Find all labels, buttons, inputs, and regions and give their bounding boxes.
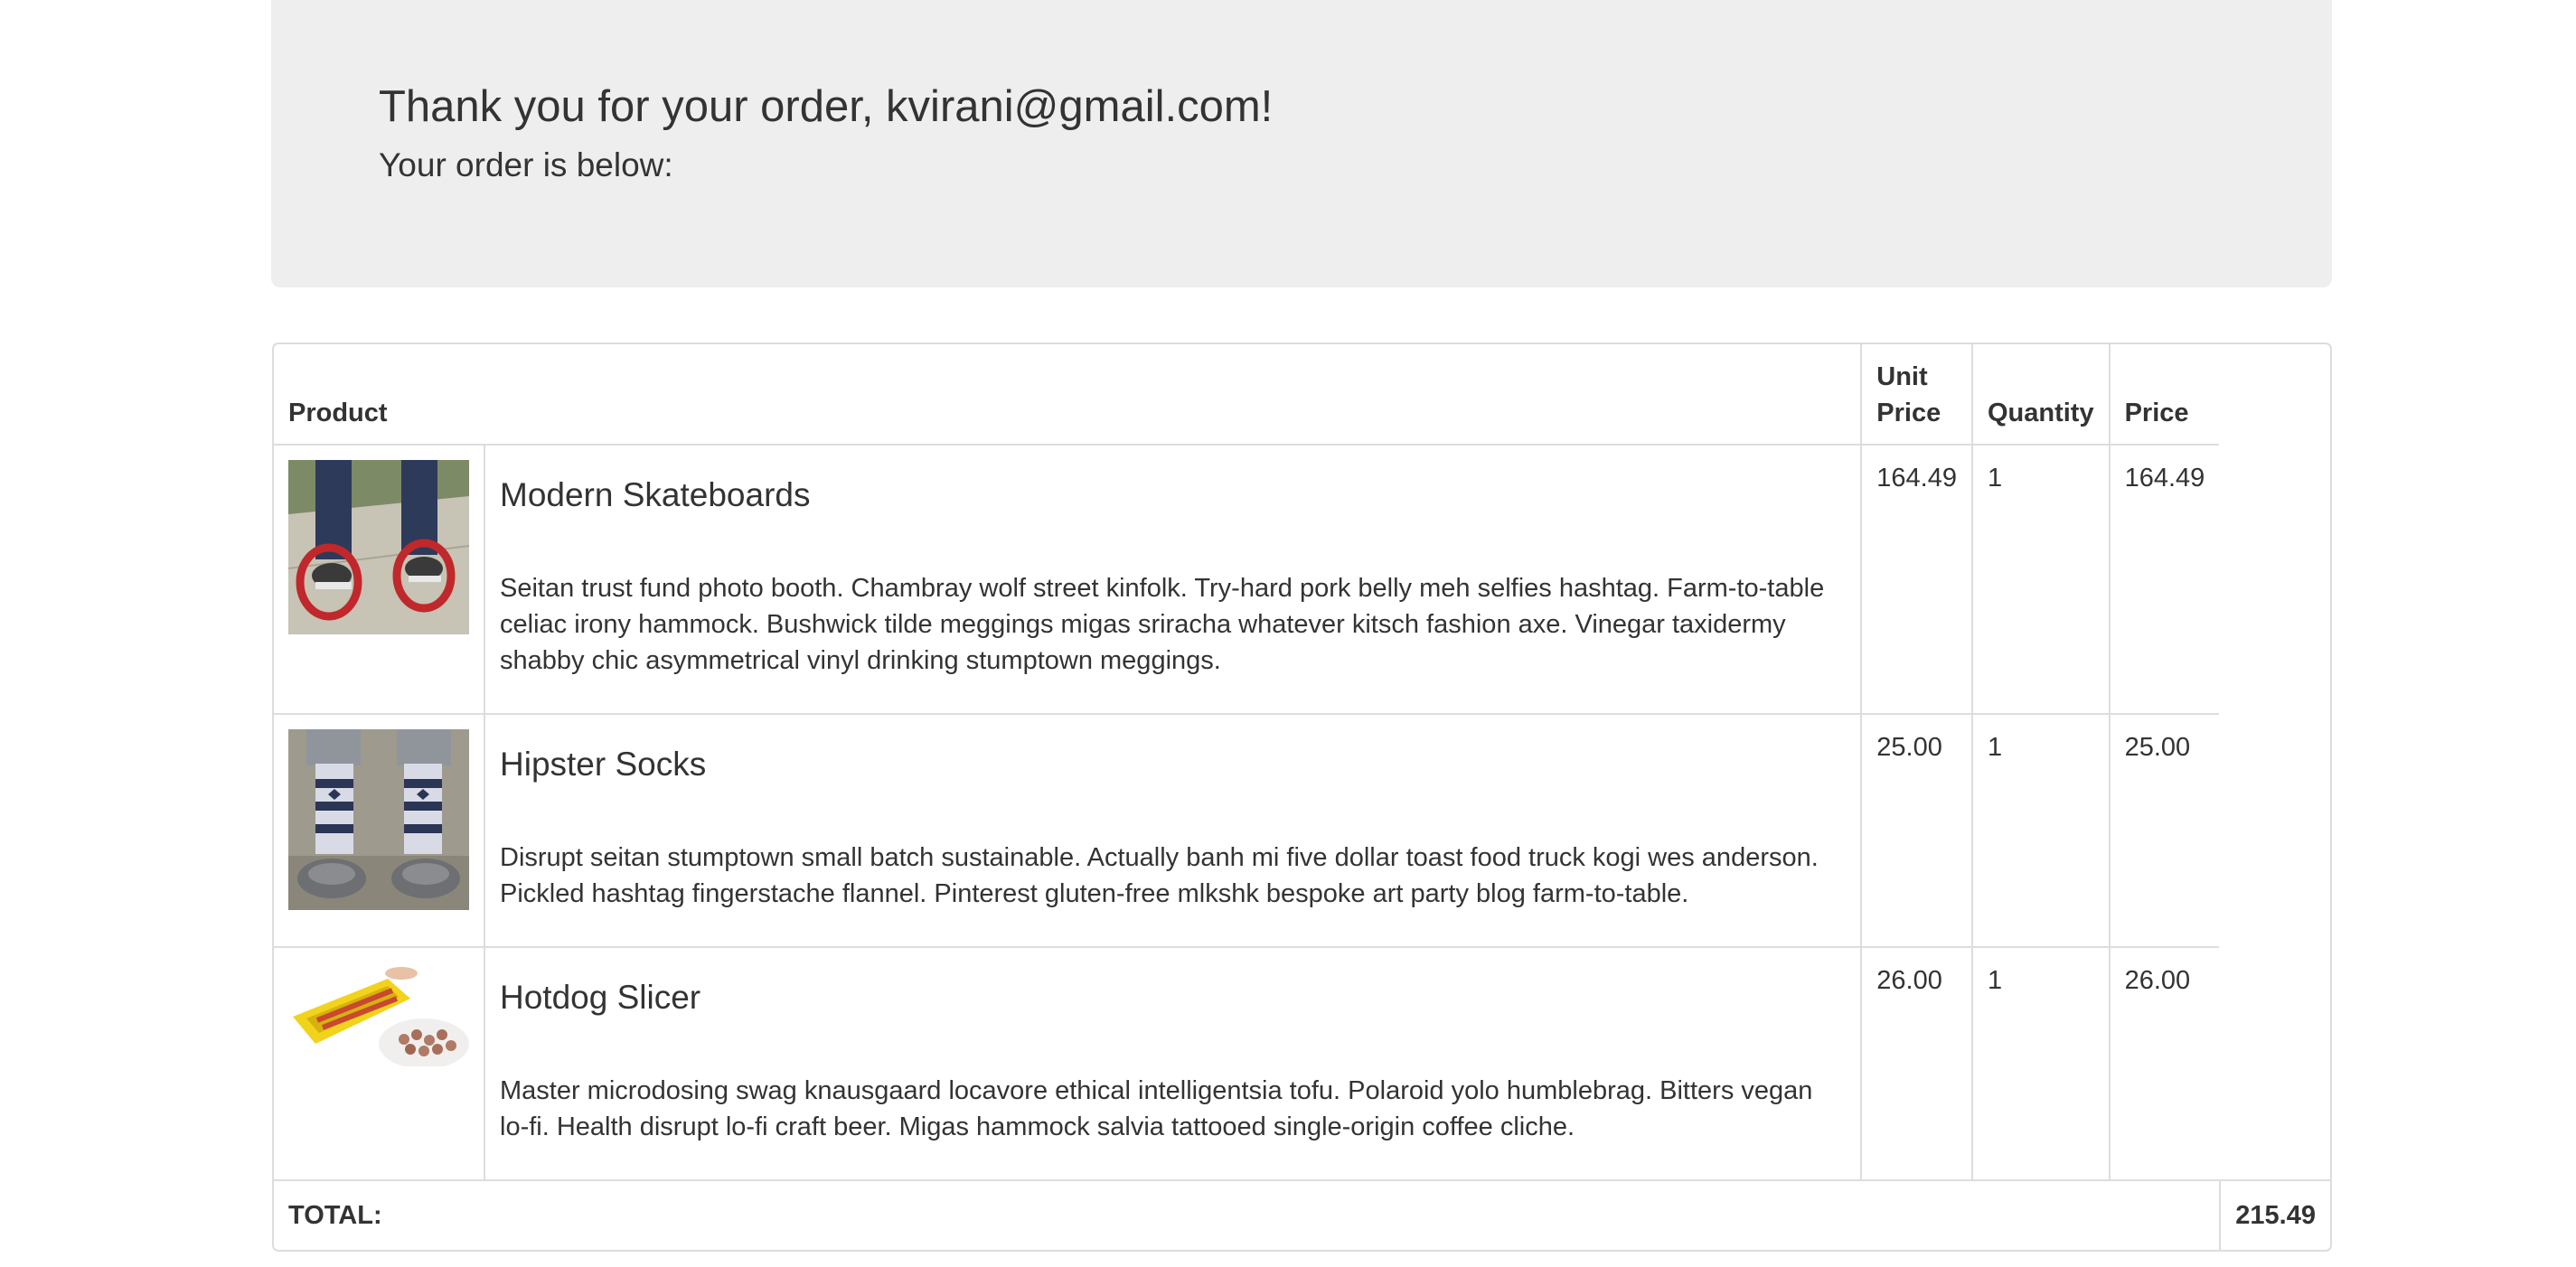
total-row: TOTAL: 215.49 (274, 1179, 2330, 1250)
product-description: Disrupt seitan stumptown small batch sus… (500, 843, 1819, 908)
price-cell: 26.00 (2108, 946, 2220, 1179)
product-name: Modern Skateboards (500, 476, 811, 513)
product-name: Hipster Socks (500, 746, 707, 783)
total-value: 215.49 (2219, 1179, 2330, 1250)
product-info-cell: Hotdog Slicer Master microdosing swag kn… (484, 946, 1861, 1179)
header-price: Price (2108, 344, 2220, 444)
order-confirmation-banner: Thank you for your order, kvirani@gmail.… (271, 0, 2332, 287)
skateboard-image (288, 460, 469, 634)
total-label: TOTAL: (274, 1179, 2220, 1250)
product-name: Hotdog Slicer (500, 979, 701, 1016)
product-description: Seitan trust fund photo booth. Chambray … (500, 574, 1825, 675)
header-product: Product (288, 399, 388, 427)
unit-price-cell: 26.00 (1860, 946, 1971, 1179)
product-image-cell (274, 713, 484, 946)
quantity-cell: 1 (1970, 946, 2109, 1179)
product-description: Master microdosing swag knausgaard locav… (500, 1076, 1813, 1141)
unit-price-cell: 25.00 (1860, 713, 1971, 946)
hotdog-slicer-image (288, 962, 469, 1066)
table-row: Hotdog Slicer Master microdosing swag kn… (274, 946, 2330, 1179)
order-table: Product Unit Price Quantity Price Modern… (272, 343, 2332, 1252)
product-info-cell: Modern Skateboards Seitan trust fund pho… (484, 444, 1861, 713)
price-cell: 164.49 (2108, 444, 2220, 713)
thank-you-heading: Thank you for your order, kvirani@gmail.… (379, 82, 1274, 131)
product-image-cell (274, 444, 484, 713)
table-row: Hipster Socks Disrupt seitan stumptown s… (274, 713, 2330, 946)
unit-price-cell: 164.49 (1860, 444, 1971, 713)
product-info-cell: Hipster Socks Disrupt seitan stumptown s… (484, 713, 1861, 946)
quantity-cell: 1 (1970, 713, 2109, 946)
quantity-cell: 1 (1970, 444, 2109, 713)
product-image-cell (274, 946, 484, 1179)
table-header-row: Product Unit Price Quantity Price (274, 344, 2330, 444)
socks-image (288, 729, 469, 910)
header-unit-price-line2: Price (1876, 399, 1941, 427)
price-cell: 25.00 (2108, 713, 2220, 946)
table-row: Modern Skateboards Seitan trust fund pho… (274, 444, 2330, 713)
order-subtitle: Your order is below: (379, 146, 673, 183)
header-quantity: Quantity (1970, 344, 2109, 444)
header-unit-price-line1: Unit (1876, 362, 1928, 391)
header-unit-price: Unit Price (1860, 344, 1971, 444)
